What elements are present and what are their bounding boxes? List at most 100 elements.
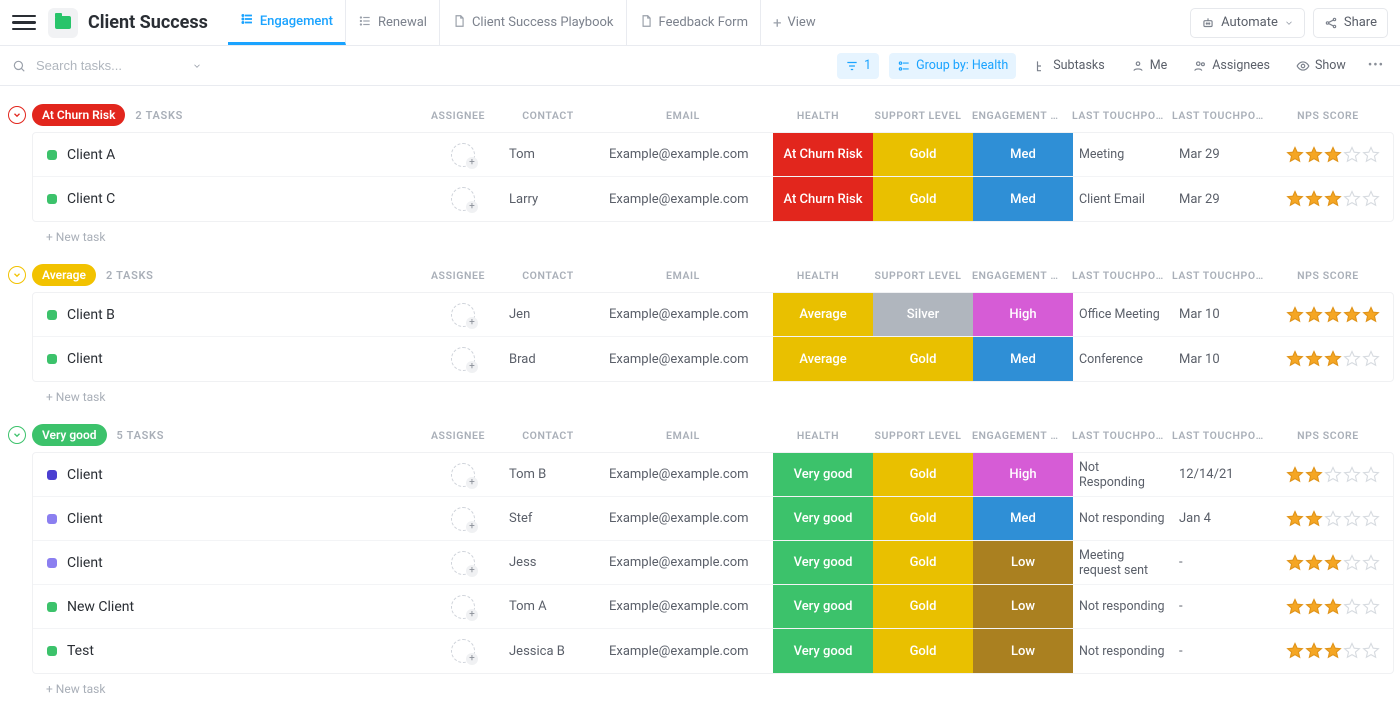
status-square-icon[interactable] (47, 310, 57, 320)
health-cell[interactable]: At Churn Risk (773, 177, 873, 221)
row-title-area[interactable]: Client (33, 337, 423, 381)
nps-cell[interactable] (1273, 585, 1393, 628)
email-cell[interactable]: Example@example.com (603, 497, 773, 540)
engagement-cell[interactable]: High (973, 293, 1073, 336)
assignees-pill[interactable]: Assignees (1185, 53, 1278, 79)
star-rating[interactable] (1286, 642, 1380, 660)
contact-cell[interactable]: Jessica B (503, 629, 603, 673)
column-header[interactable]: LAST TOUCHPOI... (1068, 429, 1168, 442)
email-cell[interactable]: Example@example.com (603, 337, 773, 381)
touchpoint-type-cell[interactable]: Not responding (1073, 585, 1173, 628)
subtasks-pill[interactable]: Subtasks (1026, 53, 1112, 79)
assignee-avatar-icon[interactable] (451, 595, 475, 619)
touchpoint-date-cell[interactable]: - (1173, 585, 1273, 628)
star-rating[interactable] (1286, 554, 1380, 572)
star-rating[interactable] (1286, 306, 1380, 324)
assignee-avatar-icon[interactable] (451, 143, 475, 167)
assignee-avatar-icon[interactable] (451, 463, 475, 487)
table-row[interactable]: New Client Tom A Example@example.com Ver… (33, 585, 1393, 629)
touchpoint-type-cell[interactable]: Meeting request sent (1073, 541, 1173, 584)
health-cell[interactable]: Very good (773, 453, 873, 496)
assignee-cell[interactable] (423, 541, 503, 584)
nps-cell[interactable] (1273, 177, 1393, 221)
nps-cell[interactable] (1273, 541, 1393, 584)
table-row[interactable]: Client C Larry Example@example.com At Ch… (33, 177, 1393, 221)
touchpoint-date-cell[interactable]: - (1173, 541, 1273, 584)
assignee-cell[interactable] (423, 629, 503, 673)
support-cell[interactable]: Gold (873, 177, 973, 221)
contact-cell[interactable]: Tom A (503, 585, 603, 628)
column-header[interactable]: ENGAGEMENT L... (968, 429, 1068, 442)
status-square-icon[interactable] (47, 558, 57, 568)
engagement-cell[interactable]: High (973, 453, 1073, 496)
column-header[interactable]: ENGAGEMENT L... (968, 109, 1068, 122)
row-title-area[interactable]: New Client (33, 585, 423, 628)
support-cell[interactable]: Gold (873, 453, 973, 496)
column-header[interactable]: LAST TOUCHPOI... (1168, 109, 1268, 122)
group-name-pill[interactable]: Average (32, 264, 96, 286)
row-title-area[interactable]: Client (33, 497, 423, 540)
star-rating[interactable] (1286, 598, 1380, 616)
star-rating[interactable] (1286, 350, 1380, 368)
health-cell[interactable]: Very good (773, 497, 873, 540)
contact-cell[interactable]: Tom (503, 133, 603, 176)
star-rating[interactable] (1286, 466, 1380, 484)
assignee-cell[interactable] (423, 293, 503, 336)
support-cell[interactable]: Gold (873, 585, 973, 628)
health-cell[interactable]: Very good (773, 541, 873, 584)
folder-chip[interactable] (48, 8, 78, 38)
email-cell[interactable]: Example@example.com (603, 177, 773, 221)
column-header[interactable]: HEALTH (768, 109, 868, 122)
engagement-cell[interactable]: Med (973, 497, 1073, 540)
assignee-cell[interactable] (423, 337, 503, 381)
status-square-icon[interactable] (47, 354, 57, 364)
assignee-avatar-icon[interactable] (451, 187, 475, 211)
health-cell[interactable]: Very good (773, 585, 873, 628)
column-header[interactable]: LAST TOUCHPOI... (1168, 269, 1268, 282)
touchpoint-date-cell[interactable]: Mar 29 (1173, 133, 1273, 176)
share-button[interactable]: Share (1313, 8, 1388, 38)
table-row[interactable]: Client Stef Example@example.com Very goo… (33, 497, 1393, 541)
engagement-cell[interactable]: Med (973, 133, 1073, 176)
assignee-cell[interactable] (423, 177, 503, 221)
column-header[interactable]: NPS SCORE (1268, 269, 1388, 282)
column-header[interactable]: SUPPORT LEVEL (868, 429, 968, 442)
assignee-cell[interactable] (423, 453, 503, 496)
support-cell[interactable]: Silver (873, 293, 973, 336)
new-task-button[interactable]: + New task (6, 674, 1394, 696)
email-cell[interactable]: Example@example.com (603, 629, 773, 673)
column-header[interactable]: ASSIGNEE (418, 269, 498, 282)
more-icon[interactable]: ••• (1364, 58, 1388, 73)
table-row[interactable]: Client Jess Example@example.com Very goo… (33, 541, 1393, 585)
assignee-avatar-icon[interactable] (451, 551, 475, 575)
add-view-button[interactable]: +View (761, 0, 828, 45)
email-cell[interactable]: Example@example.com (603, 133, 773, 176)
contact-cell[interactable]: Jess (503, 541, 603, 584)
engagement-cell[interactable]: Low (973, 585, 1073, 628)
column-header[interactable]: CONTACT (498, 269, 598, 282)
assignee-avatar-icon[interactable] (451, 507, 475, 531)
collapse-toggle[interactable] (8, 266, 26, 284)
support-cell[interactable]: Gold (873, 497, 973, 540)
status-square-icon[interactable] (47, 646, 57, 656)
nps-cell[interactable] (1273, 453, 1393, 496)
column-header[interactable]: NPS SCORE (1268, 429, 1388, 442)
health-cell[interactable]: Very good (773, 629, 873, 673)
chevron-down-icon[interactable] (192, 61, 202, 71)
table-row[interactable]: Client Brad Example@example.com Average … (33, 337, 1393, 381)
assignee-cell[interactable] (423, 133, 503, 176)
health-cell[interactable]: At Churn Risk (773, 133, 873, 176)
support-cell[interactable]: Gold (873, 541, 973, 584)
view-tab-engagement[interactable]: Engagement (228, 0, 346, 45)
status-square-icon[interactable] (47, 602, 57, 612)
touchpoint-date-cell[interactable]: Jan 4 (1173, 497, 1273, 540)
email-cell[interactable]: Example@example.com (603, 453, 773, 496)
touchpoint-type-cell[interactable]: Conference (1073, 337, 1173, 381)
health-cell[interactable]: Average (773, 337, 873, 381)
collapse-toggle[interactable] (8, 426, 26, 444)
search-input-wrap[interactable] (12, 57, 232, 74)
contact-cell[interactable]: Stef (503, 497, 603, 540)
column-header[interactable]: EMAIL (598, 429, 768, 442)
column-header[interactable]: ASSIGNEE (418, 109, 498, 122)
show-pill[interactable]: Show (1288, 53, 1354, 79)
